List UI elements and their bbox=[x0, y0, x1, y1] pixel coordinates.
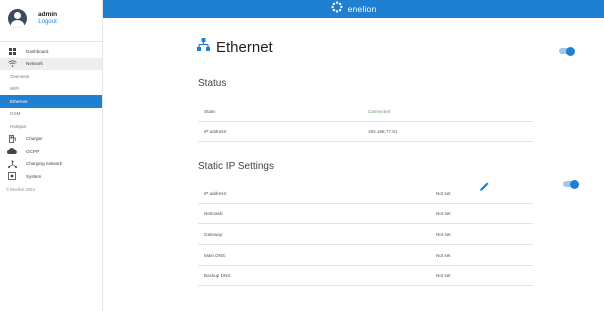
page-header: Ethernet bbox=[197, 38, 273, 56]
static-ip-section-title: Static IP Settings bbox=[198, 161, 274, 172]
static-ip-value: Not set bbox=[436, 211, 451, 216]
status-row-state: State: Connected bbox=[198, 102, 533, 122]
static-ip-row-gateway: Gateway: Not set bbox=[198, 225, 533, 245]
status-row-ip: IP address: 192.168.77.91 bbox=[198, 122, 533, 142]
main-content: Ethernet Status State: Connected IP addr… bbox=[103, 18, 604, 311]
sidebar-item-ocpp[interactable]: OCPP bbox=[0, 145, 102, 158]
wifi-icon bbox=[2, 60, 22, 68]
static-ip-row-netmask: Netmask: Not set bbox=[198, 204, 533, 224]
sidebar-item-label: Charger bbox=[26, 136, 43, 142]
user-text: admin Logout bbox=[38, 11, 57, 25]
static-ip-toggle[interactable] bbox=[563, 179, 579, 189]
sidebar-subitem-ethernet[interactable]: Ethernet bbox=[0, 95, 102, 108]
sidebar-subitem-hotspot[interactable]: Hotspot bbox=[0, 120, 102, 133]
charger-icon bbox=[2, 134, 22, 143]
status-key: State: bbox=[204, 109, 217, 114]
cloud-icon bbox=[2, 148, 22, 155]
sidebar-subitem-gsm[interactable]: GSM bbox=[0, 108, 102, 121]
sidebar-item-charging-network[interactable]: Charging network bbox=[0, 158, 102, 171]
static-ip-key: Gateway: bbox=[204, 232, 224, 237]
sidebar-subitem-overview[interactable]: Overview bbox=[0, 70, 102, 83]
sidebar-item-dashboard[interactable]: Dashboard bbox=[0, 45, 102, 58]
network-icon bbox=[2, 160, 22, 168]
sidebar-item-label: Network bbox=[26, 61, 43, 67]
brand-name: enelion bbox=[347, 4, 377, 14]
user-name: admin bbox=[38, 11, 58, 19]
static-ip-row-main-dns: Main DNS: Not set bbox=[198, 246, 533, 266]
static-ip-key: IP address: bbox=[204, 191, 228, 196]
static-ip-value: Not set bbox=[436, 191, 451, 196]
static-ip-row-backup-dns: Backup DNS: Not set bbox=[198, 266, 533, 286]
sidebar-item-label: OCPP bbox=[26, 148, 40, 154]
system-icon bbox=[2, 172, 22, 181]
ethernet-enable-toggle[interactable] bbox=[559, 46, 575, 56]
static-ip-value: Not set bbox=[436, 253, 451, 258]
dashboard-icon bbox=[2, 47, 22, 55]
status-value: Connected bbox=[368, 109, 391, 114]
avatar bbox=[8, 9, 27, 28]
sidebar: admin Logout Dashboard Network Overview … bbox=[0, 0, 103, 311]
static-ip-row-ip: IP address: Not set bbox=[198, 184, 533, 204]
static-ip-value: Not set bbox=[436, 232, 451, 237]
sidebar-item-charger[interactable]: Charger bbox=[0, 133, 102, 146]
sidebar-item-label: Dashboard bbox=[26, 48, 49, 54]
static-ip-key: Main DNS: bbox=[204, 253, 227, 258]
page-title: Ethernet bbox=[216, 38, 273, 56]
static-ip-value: Not set bbox=[436, 273, 451, 278]
status-section-title: Status bbox=[198, 78, 227, 89]
sidebar-divider bbox=[0, 41, 102, 42]
static-ip-key: Backup DNS: bbox=[204, 273, 232, 278]
copyright: © Enelion 2023 bbox=[6, 186, 35, 192]
topbar: enelion bbox=[103, 0, 604, 18]
ethernet-icon bbox=[197, 38, 210, 56]
sidebar-item-label: Charging network bbox=[26, 161, 63, 167]
status-key: IP address: bbox=[204, 129, 228, 134]
static-ip-key: Netmask: bbox=[204, 211, 224, 216]
enelion-logo-icon bbox=[330, 0, 343, 18]
sidebar-item-system[interactable]: System bbox=[0, 170, 102, 183]
sidebar-subitem-wifi[interactable]: WiFi bbox=[0, 83, 102, 96]
sidebar-item-label: System bbox=[26, 173, 42, 179]
status-value: 192.168.77.91 bbox=[368, 129, 398, 134]
user-panel: admin Logout bbox=[0, 0, 102, 37]
sidebar-item-network[interactable]: Network bbox=[0, 57, 102, 70]
logout-link[interactable]: Logout bbox=[38, 19, 56, 26]
